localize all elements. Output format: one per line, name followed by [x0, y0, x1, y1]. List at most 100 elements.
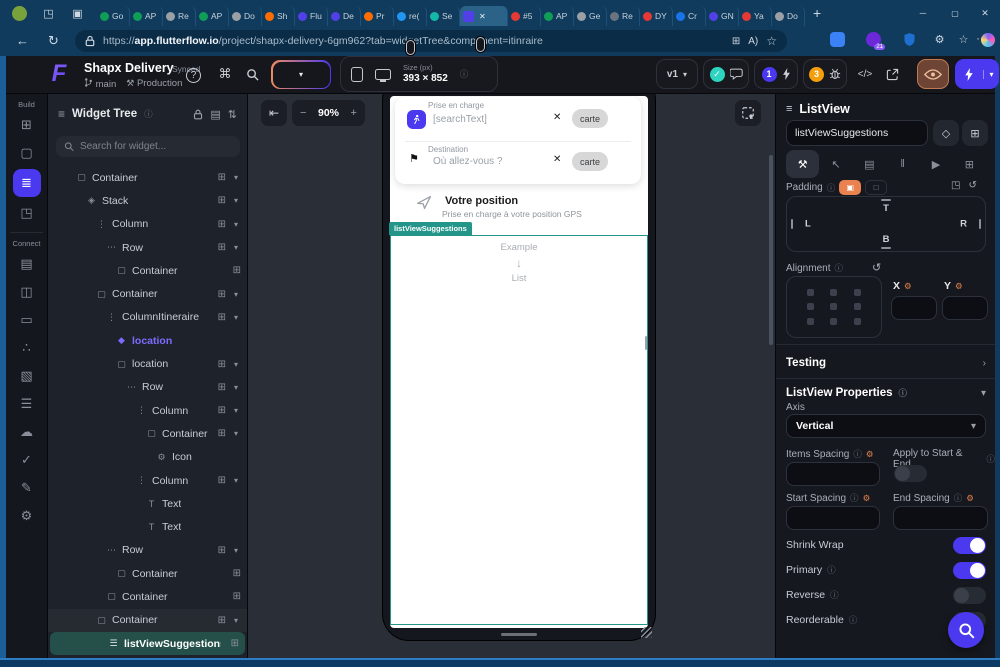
nav-widget-tree-icon[interactable]: ≣: [12, 169, 41, 197]
padding-bottom-handle[interactable]: [881, 247, 891, 249]
add-child-widget-icon[interactable]: ⊞: [218, 405, 226, 416]
widget-name-input[interactable]: [786, 120, 928, 146]
tree-item-Text[interactable]: T Text: [48, 515, 247, 538]
add-child-widget-icon[interactable]: ⊞: [218, 242, 226, 253]
axis-dropdown[interactable]: Vertical ▾: [786, 414, 986, 438]
read-aloud-icon[interactable]: A): [748, 36, 758, 47]
toggle-switch[interactable]: [953, 586, 986, 604]
browser-tab[interactable]: Re: [163, 6, 196, 26]
pickup-value[interactable]: [searchText]: [433, 114, 487, 125]
add-child-widget-icon[interactable]: ⊞: [218, 172, 226, 183]
workspaces-icon[interactable]: ◳: [41, 6, 56, 21]
tree-item-Row[interactable]: ⋯ Row ⊞ ▾: [48, 236, 247, 259]
browser-tab[interactable]: AP: [196, 6, 229, 26]
apply-start-end-toggle[interactable]: [894, 465, 927, 482]
padding-mode-simple[interactable]: ▣: [839, 180, 862, 195]
favorite-star-icon[interactable]: ☆: [766, 34, 777, 48]
add-child-widget-icon[interactable]: ⊞: [218, 195, 226, 206]
destination-map-button[interactable]: carte: [572, 152, 608, 171]
defender-shield-icon[interactable]: [902, 32, 917, 47]
version-dropdown[interactable]: v1 ▾: [656, 59, 698, 89]
nav-settings-icon[interactable]: ⚙: [13, 504, 41, 528]
reset-alignment-icon[interactable]: ↺: [872, 261, 881, 274]
browser-tab[interactable]: Sh: [262, 6, 295, 26]
tab-properties[interactable]: ⚒: [786, 150, 820, 178]
search-button[interactable]: [246, 68, 266, 81]
browser-tab[interactable]: Do: [229, 6, 262, 26]
collapse-chevron-icon[interactable]: ▾: [231, 546, 241, 555]
phone-screen[interactable]: Prise en charge [searchText] ✕ carte Des…: [389, 96, 648, 628]
add-child-widget-icon[interactable]: ⊞: [218, 312, 226, 323]
add-child-widget-icon[interactable]: ⊞: [218, 359, 226, 370]
tree-item-Column[interactable]: ⋮ Column ⊞ ▾: [48, 399, 247, 422]
align-dot[interactable]: [853, 303, 861, 311]
collapse-chevron-icon[interactable]: ▾: [231, 476, 241, 485]
padding-top-label[interactable]: T: [883, 203, 889, 214]
copy-padding-icon[interactable]: ◳: [951, 180, 960, 191]
window-maximize-button[interactable]: ▢: [940, 0, 970, 26]
nav-integrations-icon[interactable]: ∴: [13, 336, 41, 360]
nav-files-icon[interactable]: ▭: [13, 308, 41, 332]
nav-cloud-functions-icon[interactable]: ☁: [13, 420, 41, 444]
add-child-widget-icon[interactable]: ⊞: [233, 568, 241, 579]
padding-bottom-label[interactable]: B: [883, 234, 890, 245]
align-dot[interactable]: [853, 288, 861, 296]
padding-left-label[interactable]: L: [805, 219, 811, 230]
start-spacing-input[interactable]: [786, 506, 880, 530]
browser-tab[interactable]: Do: [772, 6, 805, 26]
fit-to-frame-button[interactable]: [735, 100, 761, 126]
zoom-in-button[interactable]: +: [351, 107, 357, 119]
window-close-button[interactable]: ✕: [970, 0, 1000, 26]
browser-tab[interactable]: Se: [427, 6, 460, 26]
browser-tab[interactable]: Pr: [361, 6, 394, 26]
environment-name[interactable]: ⚒ Production: [126, 78, 182, 89]
browser-profile-avatar[interactable]: [12, 5, 27, 21]
tab-close-icon[interactable]: ✕: [479, 12, 486, 21]
collapse-chevron-icon[interactable]: ▾: [231, 196, 241, 205]
layers-icon[interactable]: ▤: [210, 108, 220, 121]
tree-item-Container[interactable]: ▢ Container ⊞ ▾: [48, 422, 247, 445]
address-bar[interactable]: https://app.flutterflow.io/project/shapx…: [75, 30, 787, 52]
browser-tab[interactable]: Flu: [295, 6, 328, 26]
align-dot[interactable]: [807, 303, 815, 311]
align-dot[interactable]: [853, 318, 861, 326]
tree-item-Container[interactable]: ▢ Container ⊞: [48, 585, 247, 608]
run-button[interactable]: ▾: [955, 59, 999, 89]
add-child-widget-icon[interactable]: ⊞: [218, 219, 226, 230]
collapse-chevron-icon[interactable]: ▾: [231, 290, 241, 299]
browser-tab[interactable]: Ge: [574, 6, 607, 26]
lock-icon[interactable]: [193, 109, 203, 120]
back-button[interactable]: ←: [16, 33, 29, 48]
new-tab-button[interactable]: +: [813, 5, 821, 21]
collapse-chevron-icon[interactable]: ▾: [231, 243, 241, 252]
tree-item-Column[interactable]: ⋮ Column ⊞ ▾: [48, 469, 247, 492]
add-child-widget-icon[interactable]: ⊞: [218, 475, 226, 486]
browser-tab[interactable]: #5: [508, 6, 541, 26]
zoom-out-button[interactable]: −: [300, 107, 306, 119]
collapse-chevron-icon[interactable]: ▾: [231, 220, 241, 229]
listview-selection-box[interactable]: Example ↓ List: [390, 235, 648, 625]
nav-theme-icon[interactable]: ✎: [13, 476, 41, 500]
gem-style-button[interactable]: ◇: [933, 120, 959, 146]
testing-section[interactable]: Testing ›: [786, 352, 986, 374]
refresh-button[interactable]: ↻: [48, 33, 59, 49]
align-dot[interactable]: [830, 288, 838, 296]
add-child-widget-icon[interactable]: ⊞: [231, 638, 239, 649]
set-from-variable-icon[interactable]: ⚙: [866, 449, 874, 460]
set-from-variable-icon[interactable]: ⚙: [904, 281, 912, 292]
tab-interactions[interactable]: ↖: [819, 150, 852, 178]
add-child-widget-icon[interactable]: ⊞: [218, 615, 226, 626]
items-spacing-input[interactable]: [786, 462, 880, 486]
tab-add[interactable]: ⊞: [953, 150, 986, 178]
padding-right-label[interactable]: R: [960, 219, 967, 230]
tree-item-Icon[interactable]: ⚙ Icon: [48, 446, 247, 469]
share-button[interactable]: [886, 68, 906, 81]
tree-item-Row[interactable]: ⋯ Row ⊞ ▾: [48, 376, 247, 399]
canvas-scrollbar[interactable]: [769, 155, 773, 345]
padding-left-handle[interactable]: [791, 219, 793, 229]
browser-tab[interactable]: Re: [607, 6, 640, 26]
help-button[interactable]: ?: [186, 68, 201, 83]
collapse-chevron-icon[interactable]: ▾: [231, 173, 241, 182]
align-dot[interactable]: [830, 303, 838, 311]
tree-item-Stack[interactable]: ◈ Stack ⊞ ▾: [48, 189, 247, 212]
